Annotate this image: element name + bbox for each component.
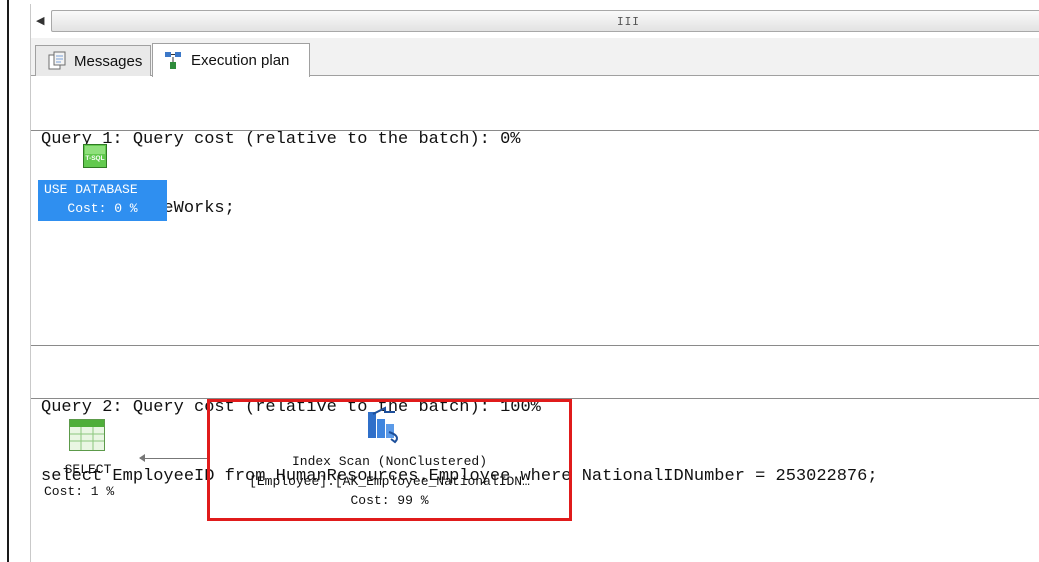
use-database-node[interactable]: USE DATABASE Cost: 0 % [38,180,167,221]
scrollbar-thumb[interactable]: III [51,10,1039,32]
tab-execution-plan-label: Execution plan [191,52,290,69]
query1-separator [31,130,1039,131]
select-node-cost: Cost: 1 % [44,484,115,499]
use-database-cost: Cost: 0 % [67,201,138,216]
plan-connector-arrow [139,454,210,462]
horizontal-scrollbar[interactable]: ◀ III [31,6,1039,36]
query1-cost-text: Query 1: Query cost (relative to the bat… [41,130,521,149]
tab-messages-label: Messages [74,52,143,70]
query1-sql-text: use AdventureWorks; [41,197,1039,220]
messages-icon [46,50,68,72]
tab-messages[interactable]: Messages [35,45,151,76]
index-scan-icon[interactable] [365,406,405,444]
tab-execution-plan[interactable]: Execution plan [152,43,310,77]
index-scan-name: Index Scan (NonClustered) [291,454,488,469]
select-table-icon[interactable] [69,419,105,451]
scroll-left-arrow-icon[interactable]: ◀ [36,14,44,27]
index-scan-cost: Cost: 99 % [350,493,429,508]
execution-plan-icon [163,50,185,72]
index-scan-object: [Employee].[AK_Employee_NationalIDN… [249,474,530,489]
window-left-border [7,0,9,562]
select-node-name: SELECT [64,462,112,477]
use-database-name: USE DATABASE [44,182,138,197]
scrollbar-grip: III [617,15,640,28]
results-tab-bar: Messages Execution plan [31,38,1039,77]
query1-header: Query 1: Query cost (relative to the bat… [31,82,1039,243]
tsql-icon-text: T-SQL [85,155,104,162]
tsql-icon[interactable]: T-SQL [83,144,107,168]
query2-top-separator [31,345,1039,346]
